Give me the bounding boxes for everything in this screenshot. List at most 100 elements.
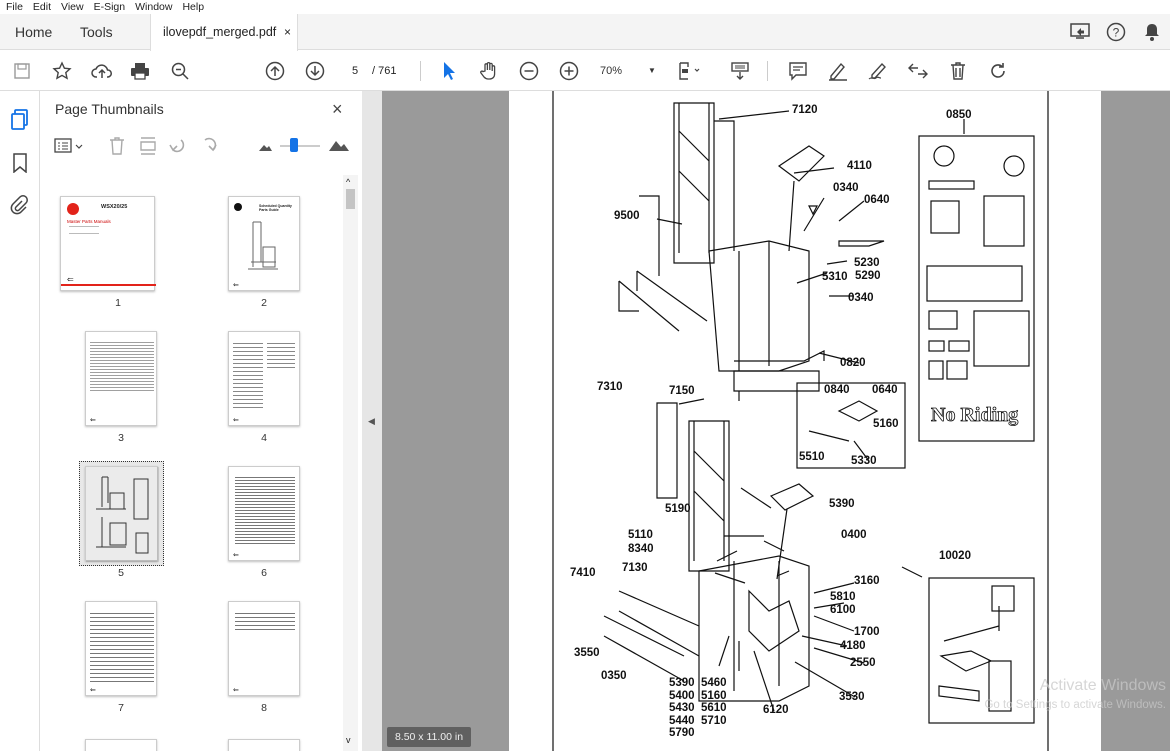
thumbnail-page-5[interactable]: [85, 466, 159, 562]
pdf-page: No Riding 7120 4110 0340 0640 9500 5230 …: [509, 91, 1101, 751]
panel-scrollbar[interactable]: ^ v: [343, 175, 358, 751]
page-total: / 761: [372, 65, 397, 77]
part-label: 0640: [864, 194, 890, 206]
insert-page-icon[interactable]: [138, 136, 158, 159]
trash-icon[interactable]: [946, 59, 970, 83]
scrollbar-thumb[interactable]: [346, 189, 355, 209]
previous-page-icon[interactable]: [263, 59, 287, 83]
thumbnail-page-7[interactable]: ⇐: [85, 601, 157, 696]
large-thumbnails-icon[interactable]: [328, 138, 350, 155]
collapse-arrow-icon[interactable]: ◀: [368, 416, 375, 427]
part-label: 5290: [855, 270, 881, 282]
menu-bar: File Edit View E-Sign Window Help: [0, 0, 1170, 14]
part-label: 5110: [628, 529, 653, 541]
delete-page-icon[interactable]: [108, 136, 126, 159]
upload-cloud-icon[interactable]: [90, 59, 114, 83]
arrow-left-icon: ⇐: [233, 687, 239, 694]
part-label: 5230: [854, 257, 880, 269]
thumbnail-label: 4: [261, 432, 267, 444]
star-icon[interactable]: [50, 59, 74, 83]
thumbnail-page-6[interactable]: ⇐: [228, 466, 300, 561]
menu-edit[interactable]: Edit: [33, 0, 51, 14]
comment-icon[interactable]: [786, 59, 810, 83]
bookmark-icon[interactable]: [12, 153, 28, 176]
tab-document[interactable]: ilovepdf_merged.pdf ×: [150, 14, 298, 51]
next-page-icon[interactable]: [303, 59, 327, 83]
page-number-input[interactable]: 5: [343, 61, 367, 81]
part-label: 3160: [854, 575, 880, 587]
document-viewport[interactable]: No Riding 7120 4110 0340 0640 9500 5230 …: [382, 91, 1170, 751]
save-icon[interactable]: [10, 59, 34, 83]
part-label-column: 5460 5160 5610 5710: [701, 677, 727, 727]
menu-help[interactable]: Help: [182, 0, 204, 14]
no-riding-text: No Riding: [931, 404, 1018, 426]
close-panel-icon[interactable]: ×: [332, 99, 343, 120]
scroll-mode-icon[interactable]: [728, 59, 752, 83]
thumbnail-page-3[interactable]: ⇐: [85, 331, 157, 426]
slider-handle[interactable]: [290, 138, 298, 152]
rotate-icon[interactable]: [986, 59, 1010, 83]
fit-page-icon[interactable]: [678, 59, 702, 83]
small-thumbnails-icon[interactable]: [258, 141, 272, 155]
part-label: 5160: [873, 418, 899, 430]
panel-collapse-handle[interactable]: ◀: [362, 91, 382, 751]
part-label: 1700: [854, 626, 880, 638]
thumb-table-lines: [235, 475, 295, 545]
part-label: 5440: [669, 714, 695, 727]
part-label: 5400: [669, 689, 695, 702]
part-label: 4110: [847, 160, 872, 172]
part-label: 0820: [840, 357, 866, 369]
menu-file[interactable]: File: [6, 0, 23, 14]
thumbnail-page-2[interactable]: Scheduled Quantity Parts Guide ⇐: [228, 196, 300, 291]
tab-tools[interactable]: Tools: [80, 14, 113, 50]
menu-view[interactable]: View: [61, 0, 84, 14]
tab-home[interactable]: Home: [15, 14, 52, 50]
sign-icon[interactable]: [866, 59, 890, 83]
menu-window[interactable]: Window: [135, 0, 172, 14]
parts-diagram-thumbnail: [96, 476, 149, 554]
thumbnail-page-8[interactable]: ⇐: [228, 601, 300, 696]
thumbnail-label: 2: [261, 297, 267, 309]
arrow-left-icon: ⇐: [233, 282, 239, 289]
page-thumbnails-icon[interactable]: [10, 109, 30, 134]
scroll-up-icon[interactable]: ^: [346, 177, 350, 187]
attachment-icon[interactable]: [10, 195, 28, 218]
print-icon[interactable]: [128, 59, 152, 83]
activation-watermark-sub: Go to Settings to activate Windows.: [984, 699, 1166, 711]
thumbnail-size-slider[interactable]: [280, 145, 320, 147]
scroll-down-icon[interactable]: v: [346, 735, 351, 745]
highlight-pen-icon[interactable]: [826, 59, 850, 83]
no-riding-sign: No Riding: [931, 404, 1019, 427]
menu-esign[interactable]: E-Sign: [94, 0, 126, 14]
zoom-in-icon[interactable]: [557, 59, 581, 83]
thumb2-title: Scheduled Quantity Parts Guide: [259, 204, 292, 212]
part-label: 3550: [574, 647, 600, 659]
toolbar-divider: [420, 61, 421, 81]
thumb-text-lines: [90, 340, 154, 392]
thumbnail-page-1[interactable]: WSX20/25 Master Parts Manuals ⇐: [60, 196, 156, 291]
thumbnail-page-10[interactable]: [228, 739, 300, 751]
zoom-search-icon[interactable]: [168, 59, 192, 83]
arrow-left-icon: ⇐: [90, 417, 96, 424]
select-cursor-icon[interactable]: [437, 59, 461, 83]
thumbnail-page-9[interactable]: [85, 739, 157, 751]
part-label: 5460: [701, 677, 727, 689]
activation-watermark: Activate Windows: [1039, 677, 1166, 694]
bell-icon[interactable]: [1140, 20, 1164, 44]
rotate-left-icon[interactable]: [168, 136, 188, 159]
zoom-out-icon[interactable]: [517, 59, 541, 83]
hand-tool-icon[interactable]: [477, 59, 501, 83]
export-icon[interactable]: [906, 59, 930, 83]
chevron-down-icon: ▼: [648, 66, 656, 75]
thumbnail-label: 8: [261, 702, 267, 714]
arrow-left-icon: ⇐: [90, 687, 96, 694]
share-screen-icon[interactable]: [1068, 20, 1092, 44]
thumb-text-lines: [233, 340, 263, 410]
zoom-select[interactable]: 70% ▼: [600, 61, 658, 81]
thumb-footer-bar: [61, 284, 156, 286]
thumbnail-page-4[interactable]: ⇐: [228, 331, 300, 426]
options-menu-icon[interactable]: [54, 137, 84, 158]
help-icon[interactable]: ?: [1104, 20, 1128, 44]
close-tab-icon[interactable]: ×: [284, 14, 291, 50]
rotate-right-icon[interactable]: [198, 136, 218, 159]
